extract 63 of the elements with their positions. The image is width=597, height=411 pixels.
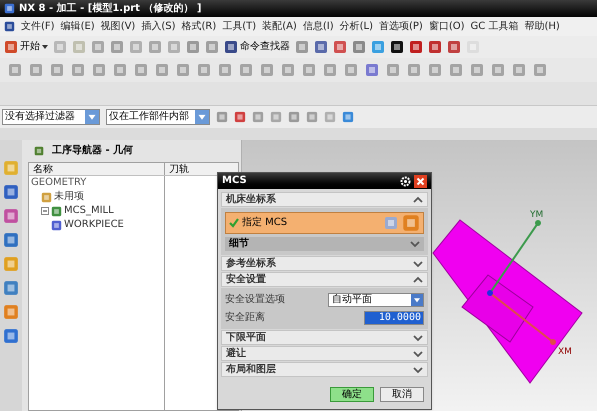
tree-item[interactable]: 未用项	[54, 192, 84, 202]
section-header[interactable]: 下限平面	[221, 330, 428, 345]
dialog-button[interactable]: 确定	[330, 387, 374, 402]
column-header[interactable]: 名称	[29, 163, 165, 175]
menu-item[interactable]: 窗口(O)	[428, 22, 465, 32]
tree-item[interactable]: MCS_MILL	[64, 206, 114, 216]
tree-item[interactable]: GEOMETRY	[31, 178, 86, 188]
section-header[interactable]: 安全设置	[221, 272, 428, 287]
column-header[interactable]: 刀轨	[165, 163, 238, 175]
selection-filter-dropdown[interactable]: 没有选择过滤器	[2, 109, 100, 125]
menu-item[interactable]: 视图(V)	[100, 22, 136, 32]
navigator-tab-icon[interactable]	[3, 184, 19, 200]
menu-item[interactable]: 装配(A)	[262, 22, 297, 32]
navigator-tab-icon[interactable]	[3, 328, 19, 344]
menu-item[interactable]: 信息(I)	[302, 22, 334, 32]
caret-icon	[42, 45, 48, 49]
dialog-button[interactable]: 取消	[380, 387, 424, 402]
collapse-chevron-icon[interactable]	[413, 276, 423, 284]
section-header[interactable]: 避让	[221, 346, 428, 361]
app-icon	[4, 3, 15, 14]
menu-item[interactable]: 首选项(P)	[378, 22, 423, 32]
axis-label: XM	[558, 347, 572, 357]
command-finder-button[interactable]: 命令查找器	[224, 40, 290, 54]
navigator-tab-icon[interactable]	[3, 304, 19, 320]
settings-icon[interactable]	[400, 176, 411, 186]
start-button[interactable]: 开始	[4, 40, 48, 54]
tree-node-icon	[41, 192, 52, 202]
menu-item[interactable]: 帮助(H)	[524, 22, 560, 32]
origin-marker	[487, 290, 493, 296]
expand-chevron-icon[interactable]	[410, 240, 420, 248]
menu-item[interactable]: 编辑(E)	[60, 22, 95, 32]
expand-chevron-icon[interactable]	[413, 260, 423, 268]
collapse-chevron-icon[interactable]	[413, 196, 423, 204]
option-dropdown[interactable]: 自动平面	[328, 292, 424, 306]
menu-item[interactable]: GC 工具箱	[470, 22, 518, 32]
scope-dropdown[interactable]: 仅在工作部件内部	[106, 109, 210, 125]
navigator-title: 工序导航器 - 几何	[52, 146, 134, 156]
tree-item[interactable]: WORKPIECE	[64, 220, 124, 230]
window-title: NX 8 - 加工 - [模型1.prt （修改的） ]	[19, 4, 202, 14]
navigator-tab-icon[interactable]	[3, 232, 19, 248]
menu-item[interactable]: 工具(T)	[222, 22, 256, 32]
tree-node-icon	[51, 220, 62, 230]
field-label: 安全设置选项	[225, 294, 285, 304]
menu-item[interactable]: 插入(S)	[141, 22, 176, 32]
axis-label: YM	[530, 210, 544, 220]
field-label: 安全距离	[225, 312, 265, 322]
distance-input[interactable]: 10.0000	[364, 310, 424, 324]
dialog-title: MCS	[222, 176, 247, 186]
navigator-tab-icon[interactable]	[3, 208, 19, 224]
tool-icon[interactable]	[390, 40, 404, 54]
specify-mcs-row[interactable]: 指定 MCS	[225, 212, 424, 234]
collapse-toggle-icon[interactable]	[41, 207, 49, 215]
menu-item[interactable]: 分析(L)	[340, 22, 373, 32]
close-button[interactable]	[414, 174, 427, 188]
tree-node-icon	[51, 206, 62, 216]
subsection-header[interactable]: 细节	[225, 237, 424, 251]
navigator-tab-icon[interactable]	[3, 280, 19, 296]
menu-item[interactable]: 格式(R)	[182, 22, 216, 32]
section-header[interactable]: 参考坐标系	[221, 256, 428, 271]
row-label: 指定 MCS	[242, 218, 288, 228]
section-header[interactable]: 布局和图层	[221, 362, 428, 377]
section-header[interactable]: 机床坐标系	[221, 192, 428, 207]
menu-item[interactable]: 文件(F)	[21, 22, 55, 32]
